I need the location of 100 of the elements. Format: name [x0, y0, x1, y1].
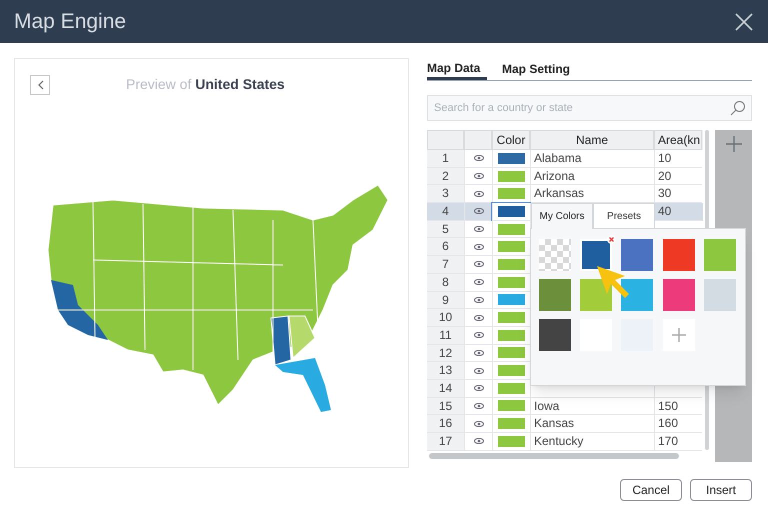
row-number: 2 [427, 168, 464, 186]
eye-icon[interactable] [474, 226, 484, 232]
eye-icon[interactable] [474, 208, 484, 214]
table-cell: Arizona [534, 168, 575, 183]
column-header: Color [492, 130, 530, 150]
row-number: 15 [427, 398, 464, 416]
row-number: 13 [427, 362, 464, 380]
table-cell: 10 [658, 151, 672, 165]
color-swatch[interactable] [539, 279, 571, 311]
row-number: 5 [427, 220, 464, 238]
remove-icon[interactable] [607, 235, 616, 244]
eye-icon[interactable] [474, 385, 484, 392]
tab[interactable]: Map Setting [502, 58, 570, 80]
table-row[interactable]: 15 Iowa 150 [427, 398, 704, 416]
color-chip[interactable] [498, 294, 525, 306]
header-cell [427, 130, 464, 150]
table-cell: Kentucky [534, 434, 584, 448]
color-chip[interactable] [498, 152, 525, 164]
color-swatch[interactable] [662, 279, 695, 311]
eye-icon[interactable] [474, 173, 484, 180]
table-cell: Arkansas [534, 186, 584, 200]
color-chip[interactable] [498, 418, 525, 430]
table-cell: 170 [658, 434, 678, 448]
table-row[interactable]: 3 Arkansas 30 [427, 185, 704, 204]
table-row[interactable]: 16 Kansas 160 [427, 415, 704, 433]
eye-icon[interactable] [474, 261, 484, 268]
table-cell: Alabama [534, 151, 582, 165]
color-chip[interactable] [498, 170, 525, 182]
eye-icon[interactable] [474, 190, 484, 197]
table-row[interactable]: 17 Kentucky 170 [427, 433, 704, 451]
header-cell [464, 130, 492, 150]
table-row[interactable]: 2 Arizona 20 [427, 168, 704, 186]
row-number: 1 [427, 150, 464, 168]
table-cell: Kansas [534, 416, 574, 430]
color-swatch[interactable] [662, 239, 695, 271]
eye-icon[interactable] [474, 279, 484, 286]
row-number: 8 [427, 274, 464, 292]
color-swatch[interactable] [539, 319, 571, 351]
popover-tab[interactable]: My Colors [531, 203, 593, 229]
table-cell: 150 [658, 398, 678, 413]
color-chip[interactable] [498, 258, 525, 270]
table-cell: 30 [658, 186, 672, 200]
color-chip[interactable] [498, 241, 525, 252]
color-chip[interactable] [498, 382, 525, 394]
color-swatch[interactable] [580, 279, 612, 311]
add-color-button[interactable] [662, 319, 695, 351]
transparent-swatch[interactable] [539, 239, 571, 271]
dialog-button[interactable]: Cancel [620, 479, 682, 501]
tab[interactable]: Map Data [427, 58, 487, 80]
color-chip[interactable] [498, 276, 525, 288]
close-icon[interactable] [734, 12, 754, 32]
eye-icon[interactable] [474, 438, 484, 444]
color-swatch[interactable] [704, 279, 736, 311]
plus-icon [672, 328, 686, 342]
color-swatch[interactable] [704, 239, 736, 271]
row-number: 3 [427, 185, 464, 204]
popover-tab[interactable]: Presets [593, 203, 655, 229]
color-chip[interactable] [498, 330, 525, 341]
eye-icon[interactable] [474, 155, 484, 162]
back-button[interactable] [30, 74, 50, 94]
color-swatch[interactable] [621, 239, 654, 271]
row-number: 6 [427, 238, 464, 256]
color-chip[interactable] [498, 347, 525, 358]
dialog-button[interactable]: Insert [690, 479, 752, 501]
column-header: Area(kn [654, 130, 702, 150]
color-swatch[interactable] [621, 279, 654, 311]
eye-icon[interactable] [474, 402, 484, 409]
color-chip[interactable] [498, 365, 525, 376]
color-chip[interactable] [498, 436, 525, 447]
table-cell: 20 [658, 168, 672, 183]
row-number: 7 [427, 256, 464, 274]
table-cell: 40 [658, 204, 672, 218]
eye-icon[interactable] [474, 244, 484, 250]
row-number: 12 [427, 344, 464, 362]
row-number: 14 [427, 380, 464, 398]
window-title: Map Engine [14, 8, 126, 35]
plus-icon[interactable] [726, 136, 742, 152]
row-number: 10 [427, 309, 464, 327]
color-swatch[interactable] [580, 239, 612, 271]
eye-icon[interactable] [474, 368, 484, 374]
row-number: 9 [427, 292, 464, 310]
color-chip[interactable] [498, 224, 525, 235]
chevron-left-icon [36, 80, 44, 90]
column-header: Name [530, 130, 654, 150]
row-number: 16 [427, 415, 464, 433]
row-number: 17 [427, 433, 464, 451]
eye-icon[interactable] [474, 314, 484, 321]
color-chip[interactable] [498, 312, 525, 324]
table-cell: 160 [658, 416, 678, 430]
eye-icon[interactable] [474, 296, 484, 303]
eye-icon[interactable] [474, 332, 484, 338]
eye-icon[interactable] [474, 420, 484, 427]
search-field[interactable]: Search for a country or state [427, 95, 752, 121]
color-chip[interactable] [498, 400, 525, 412]
row-number: 11 [427, 326, 464, 345]
color-chip[interactable] [498, 188, 525, 200]
search-icon [730, 100, 746, 116]
eye-icon[interactable] [474, 350, 484, 356]
table-row[interactable]: 1 Alabama 10 [427, 150, 704, 168]
color-chip[interactable] [498, 206, 525, 217]
